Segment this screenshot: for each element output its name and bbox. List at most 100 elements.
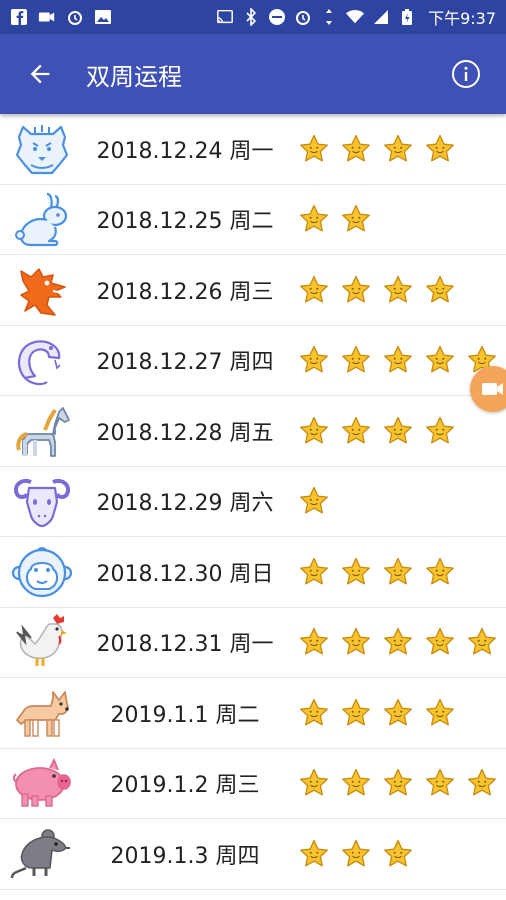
star-icon xyxy=(300,628,328,655)
dog-icon xyxy=(4,680,80,746)
date-label: 2018.12.26 周三 xyxy=(96,279,274,305)
star-icon xyxy=(426,416,454,444)
star-icon xyxy=(342,275,370,303)
arrow-back-icon xyxy=(30,64,50,84)
star-icon xyxy=(384,346,412,373)
star-icon xyxy=(300,698,328,726)
back-button[interactable] xyxy=(0,34,80,114)
rating-stars xyxy=(298,838,414,870)
fortune-list: 2018.12.24 周一 2018.12.25 周二 2018.12.26 周… xyxy=(0,114,506,890)
rating-stars xyxy=(298,344,498,376)
list-item[interactable]: 2019.1.1 周二 xyxy=(0,678,506,749)
star-icon xyxy=(300,557,328,585)
page-title: 双周运程 xyxy=(86,62,182,91)
list-item[interactable]: 2019.1.2 周三 xyxy=(0,749,506,819)
star-icon xyxy=(384,698,412,726)
rating-stars xyxy=(298,556,456,588)
star-icon xyxy=(342,134,370,162)
alarm-status-icon xyxy=(66,8,84,26)
info-button[interactable] xyxy=(426,34,506,114)
star-icon xyxy=(384,628,412,655)
list-item[interactable]: 2018.12.25 周二 xyxy=(0,185,506,255)
alarm-clock-icon xyxy=(294,8,312,26)
star-icon xyxy=(468,769,496,796)
star-icon xyxy=(384,134,412,162)
date-label: 2019.1.1 周二 xyxy=(110,702,260,728)
app-bar: 双周运程 xyxy=(0,34,506,114)
image-icon xyxy=(94,8,112,26)
star-icon xyxy=(384,557,412,585)
list-item[interactable]: 2018.12.28 周五 xyxy=(0,396,506,467)
star-icon xyxy=(468,628,496,655)
star-icon xyxy=(300,134,328,162)
star-icon xyxy=(342,769,370,796)
star-icon xyxy=(300,769,328,796)
star-icon xyxy=(384,275,412,303)
status-time: 下午9:37 xyxy=(428,9,496,28)
star-icon xyxy=(300,487,328,514)
star-icon xyxy=(300,839,328,867)
star-icon xyxy=(342,628,370,655)
date-label: 2018.12.24 周一 xyxy=(96,138,274,164)
video-camera-icon xyxy=(38,8,56,26)
pig-icon xyxy=(4,750,80,816)
date-label: 2019.1.2 周三 xyxy=(110,773,260,799)
star-icon xyxy=(384,839,412,867)
rabbit-icon xyxy=(4,186,80,252)
rating-stars xyxy=(298,415,456,447)
date-label: 2018.12.29 周六 xyxy=(96,491,274,517)
star-icon xyxy=(300,346,328,373)
list-item[interactable]: 2018.12.29 周六 xyxy=(0,467,506,537)
star-icon xyxy=(300,205,328,232)
cell-signal-icon xyxy=(372,8,390,26)
date-label: 2018.12.30 周日 xyxy=(96,561,274,587)
star-icon xyxy=(384,416,412,444)
rating-stars xyxy=(298,697,456,729)
rat-icon xyxy=(4,821,80,887)
facebook-icon xyxy=(10,8,28,26)
star-icon xyxy=(342,346,370,373)
status-bar: 下午9:37 xyxy=(0,0,506,34)
bluetooth-icon xyxy=(242,8,260,26)
rating-stars xyxy=(298,203,372,235)
list-item[interactable]: 2018.12.24 周一 xyxy=(0,114,506,185)
date-label: 2018.12.27 周四 xyxy=(96,350,274,376)
wifi-icon xyxy=(346,8,365,26)
monkey-icon xyxy=(4,539,80,605)
do-not-disturb-icon xyxy=(268,8,286,26)
date-label: 2018.12.25 周二 xyxy=(96,209,274,235)
list-item[interactable]: 2018.12.30 周日 xyxy=(0,537,506,608)
list-item[interactable]: 2018.12.27 周四 xyxy=(0,326,506,396)
star-icon xyxy=(342,839,370,867)
star-icon xyxy=(342,416,370,444)
star-icon xyxy=(426,275,454,303)
star-icon xyxy=(426,698,454,726)
star-icon xyxy=(426,346,454,373)
horse-icon xyxy=(4,398,80,464)
list-item[interactable]: 2019.1.3 周四 xyxy=(0,819,506,890)
star-icon xyxy=(342,205,370,232)
dragon-icon xyxy=(4,257,80,323)
info-icon xyxy=(452,60,480,88)
video-camera-icon xyxy=(482,383,503,395)
star-icon xyxy=(426,769,454,796)
rating-stars xyxy=(298,626,498,658)
battery-charging-icon xyxy=(398,8,416,26)
rating-stars xyxy=(298,767,498,799)
star-icon xyxy=(300,416,328,444)
star-icon xyxy=(426,628,454,655)
rating-stars xyxy=(298,274,456,306)
cast-icon xyxy=(216,8,234,26)
tiger-icon xyxy=(4,116,80,182)
star-icon xyxy=(426,557,454,585)
star-icon xyxy=(342,698,370,726)
data-arrows-icon xyxy=(320,8,338,26)
rating-stars xyxy=(298,485,330,517)
rating-stars xyxy=(298,133,456,165)
list-item[interactable]: 2018.12.31 周一 xyxy=(0,608,506,678)
date-label: 2018.12.31 周一 xyxy=(96,632,274,658)
list-item[interactable]: 2018.12.26 周三 xyxy=(0,255,506,326)
date-label: 2018.12.28 周五 xyxy=(96,420,274,446)
star-icon xyxy=(384,769,412,796)
date-label: 2019.1.3 周四 xyxy=(110,843,260,869)
